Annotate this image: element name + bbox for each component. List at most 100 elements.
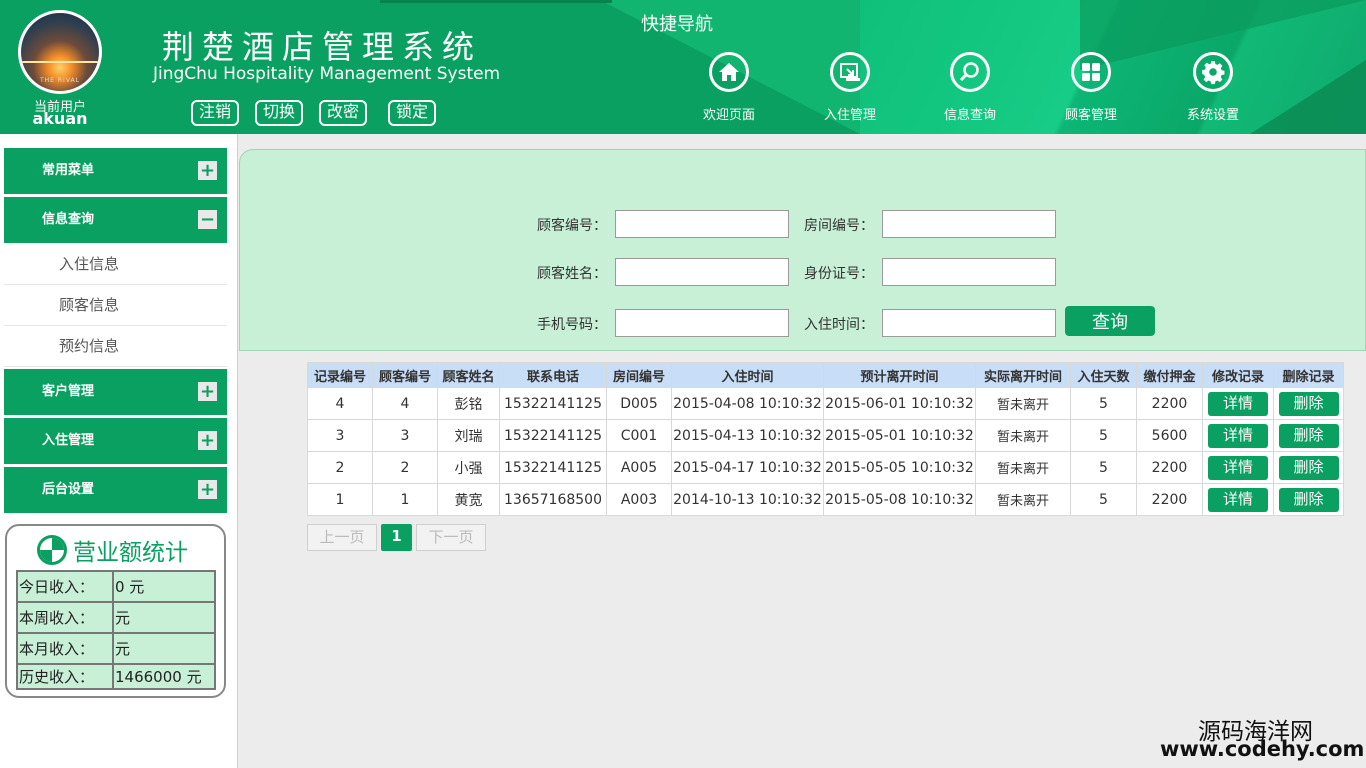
next-page-button[interactable]: 下一页 (416, 524, 486, 551)
menu-checkin-manage-label: 入住管理 (42, 433, 95, 448)
switch-user-button[interactable]: 切换 (255, 100, 304, 126)
detail-button[interactable]: 详情 (1208, 391, 1268, 416)
nav-customer-manage-label: 顾客管理 (1064, 108, 1117, 123)
revenue-stats-panel: 营业额统计 今日收入： 0 元 本周收入：元 本月收入：元 历史收入： 146600… (5, 524, 226, 698)
cell-phone: 15322141125 (499, 451, 607, 484)
checkin-time-input[interactable] (882, 309, 1056, 337)
stats-label: 历史收入： (16, 663, 114, 690)
cell-in: 2015-04-13 10:10:32 (671, 419, 824, 452)
prev-page-button[interactable]: 上一页 (307, 524, 377, 551)
customer-name-input[interactable] (615, 258, 789, 286)
checkin-icon (830, 52, 870, 92)
detail-button[interactable]: 详情 (1208, 455, 1268, 480)
stats-value: 元 (112, 601, 216, 634)
table-row: 2 2 小强 15322141125 A005 2015-04-17 10:10:32 20… (307, 451, 1344, 484)
cell-room: A003 (606, 483, 672, 516)
submenu-customer-info[interactable]: 顾客信息 (4, 285, 227, 326)
cell-name: 刘瑞 (437, 419, 500, 452)
stats-row: 历史收入： 1466000 元 (16, 663, 216, 690)
checkin-records-table: 记录编号 顾客编号 顾客姓名 联系电话 房间编号 入住时间 预计离开时间 实际离… (307, 362, 1344, 516)
nav-checkin[interactable]: 入住管理 (805, 52, 895, 123)
cell-record: 3 (307, 419, 373, 452)
plus-icon[interactable]: + (198, 431, 217, 450)
delete-button[interactable]: 删除 (1278, 455, 1339, 480)
cell-deposit: 2200 (1136, 387, 1203, 420)
cell-name: 小强 (437, 451, 500, 484)
table-row: 3 3 刘瑞 15322141125 C001 2015-04-13 10:10:32 20… (307, 419, 1344, 452)
stats-value: 1466000 元 (112, 663, 216, 690)
nav-welcome[interactable]: 欢迎页面 (684, 52, 774, 123)
menu-backend-settings[interactable]: 后台设置 + (4, 467, 227, 513)
logout-button[interactable]: 注销 (191, 100, 240, 126)
query-button[interactable]: 查询 (1065, 306, 1155, 336)
menu-common[interactable]: 常用菜单 + (4, 148, 227, 194)
customer-id-label: 顾客编号： (537, 218, 607, 234)
menu-info-query[interactable]: 信息查询 − (4, 197, 227, 243)
column-header: 修改记录 (1202, 362, 1274, 388)
delete-button[interactable]: 删除 (1278, 487, 1339, 512)
cell-phone: 15322141125 (499, 419, 607, 452)
revenue-stats-title-text: 营业额统计 (73, 540, 188, 566)
cell-phone: 15322141125 (499, 387, 607, 420)
submenu-reservation-info[interactable]: 预约信息 (4, 326, 227, 367)
delete-button[interactable]: 删除 (1278, 423, 1339, 448)
table-row: 1 1 黄宽 13657168500 A003 2014-10-13 10:10:32 20… (307, 483, 1344, 516)
cell-edit: 详情 (1202, 387, 1274, 420)
room-id-input[interactable] (882, 210, 1056, 238)
nav-system-settings[interactable]: 系统设置 (1168, 52, 1258, 123)
cell-days: 5 (1070, 483, 1137, 516)
nav-system-settings-label: 系统设置 (1186, 108, 1239, 123)
customer-id-input[interactable] (615, 210, 789, 238)
cell-cust: 4 (372, 387, 438, 420)
plus-icon[interactable]: + (198, 480, 217, 499)
plus-icon[interactable]: + (198, 161, 217, 180)
plus-icon[interactable]: + (198, 382, 217, 401)
menu-backend-settings-label: 后台设置 (42, 482, 95, 497)
detail-button[interactable]: 详情 (1208, 487, 1268, 512)
delete-button[interactable]: 删除 (1278, 391, 1339, 416)
menu-info-query-label: 信息查询 (42, 212, 95, 227)
column-header: 房间编号 (606, 362, 672, 388)
avatar-horizon (21, 61, 99, 63)
cell-plan: 2015-06-01 10:10:32 (823, 387, 976, 420)
id-card-input[interactable] (882, 258, 1056, 286)
cell-edit: 详情 (1202, 483, 1274, 516)
column-header: 联系电话 (499, 362, 607, 388)
table-row: 4 4 彭铭 15322141125 D005 2015-04-08 10:10:32 20… (307, 387, 1344, 420)
avatar: THE RIVAL (18, 10, 102, 94)
cell-delete: 删除 (1273, 387, 1344, 420)
menu-customer-manage[interactable]: 客户管理 + (4, 369, 227, 415)
stats-row: 本周收入：元 (16, 601, 216, 634)
lock-button[interactable]: 锁定 (388, 100, 437, 126)
change-password-button[interactable]: 改密 (319, 100, 368, 126)
cell-days: 5 (1070, 451, 1137, 484)
stats-value: 0 元 (112, 570, 216, 603)
menu-customer-manage-label: 客户管理 (42, 384, 95, 399)
cell-name: 黄宽 (437, 483, 500, 516)
nav-welcome-label: 欢迎页面 (702, 108, 755, 123)
detail-button[interactable]: 详情 (1208, 423, 1268, 448)
avatar-brand: THE RIVAL (40, 77, 80, 84)
stats-label: 今日收入： (16, 570, 114, 603)
customer-name-label: 顾客姓名： (537, 266, 607, 282)
menu-checkin-manage[interactable]: 入住管理 + (4, 418, 227, 464)
phone-input[interactable] (615, 309, 789, 337)
column-header: 入住天数 (1070, 362, 1137, 388)
cell-edit: 详情 (1202, 419, 1274, 452)
submenu-checkin-info[interactable]: 入住信息 (4, 244, 227, 285)
cell-days: 5 (1070, 419, 1137, 452)
column-header: 删除记录 (1273, 362, 1344, 388)
column-header: 入住时间 (671, 362, 824, 388)
column-header: 预计离开时间 (823, 362, 976, 388)
cell-deposit: 5600 (1136, 419, 1203, 452)
cell-actual: 暂未离开 (975, 419, 1071, 452)
stats-row: 本月收入：元 (16, 632, 216, 665)
page-number-current[interactable]: 1 (381, 524, 412, 551)
id-card-label: 身份证号： (804, 266, 874, 282)
cell-delete: 删除 (1273, 451, 1344, 484)
nav-customer-manage[interactable]: 顾客管理 (1046, 52, 1136, 123)
checkin-time-label: 入住时间： (804, 317, 874, 333)
nav-info-query[interactable]: 信息查询 (925, 52, 1015, 123)
minus-icon[interactable]: − (198, 210, 217, 229)
cell-in: 2015-04-17 10:10:32 (671, 451, 824, 484)
